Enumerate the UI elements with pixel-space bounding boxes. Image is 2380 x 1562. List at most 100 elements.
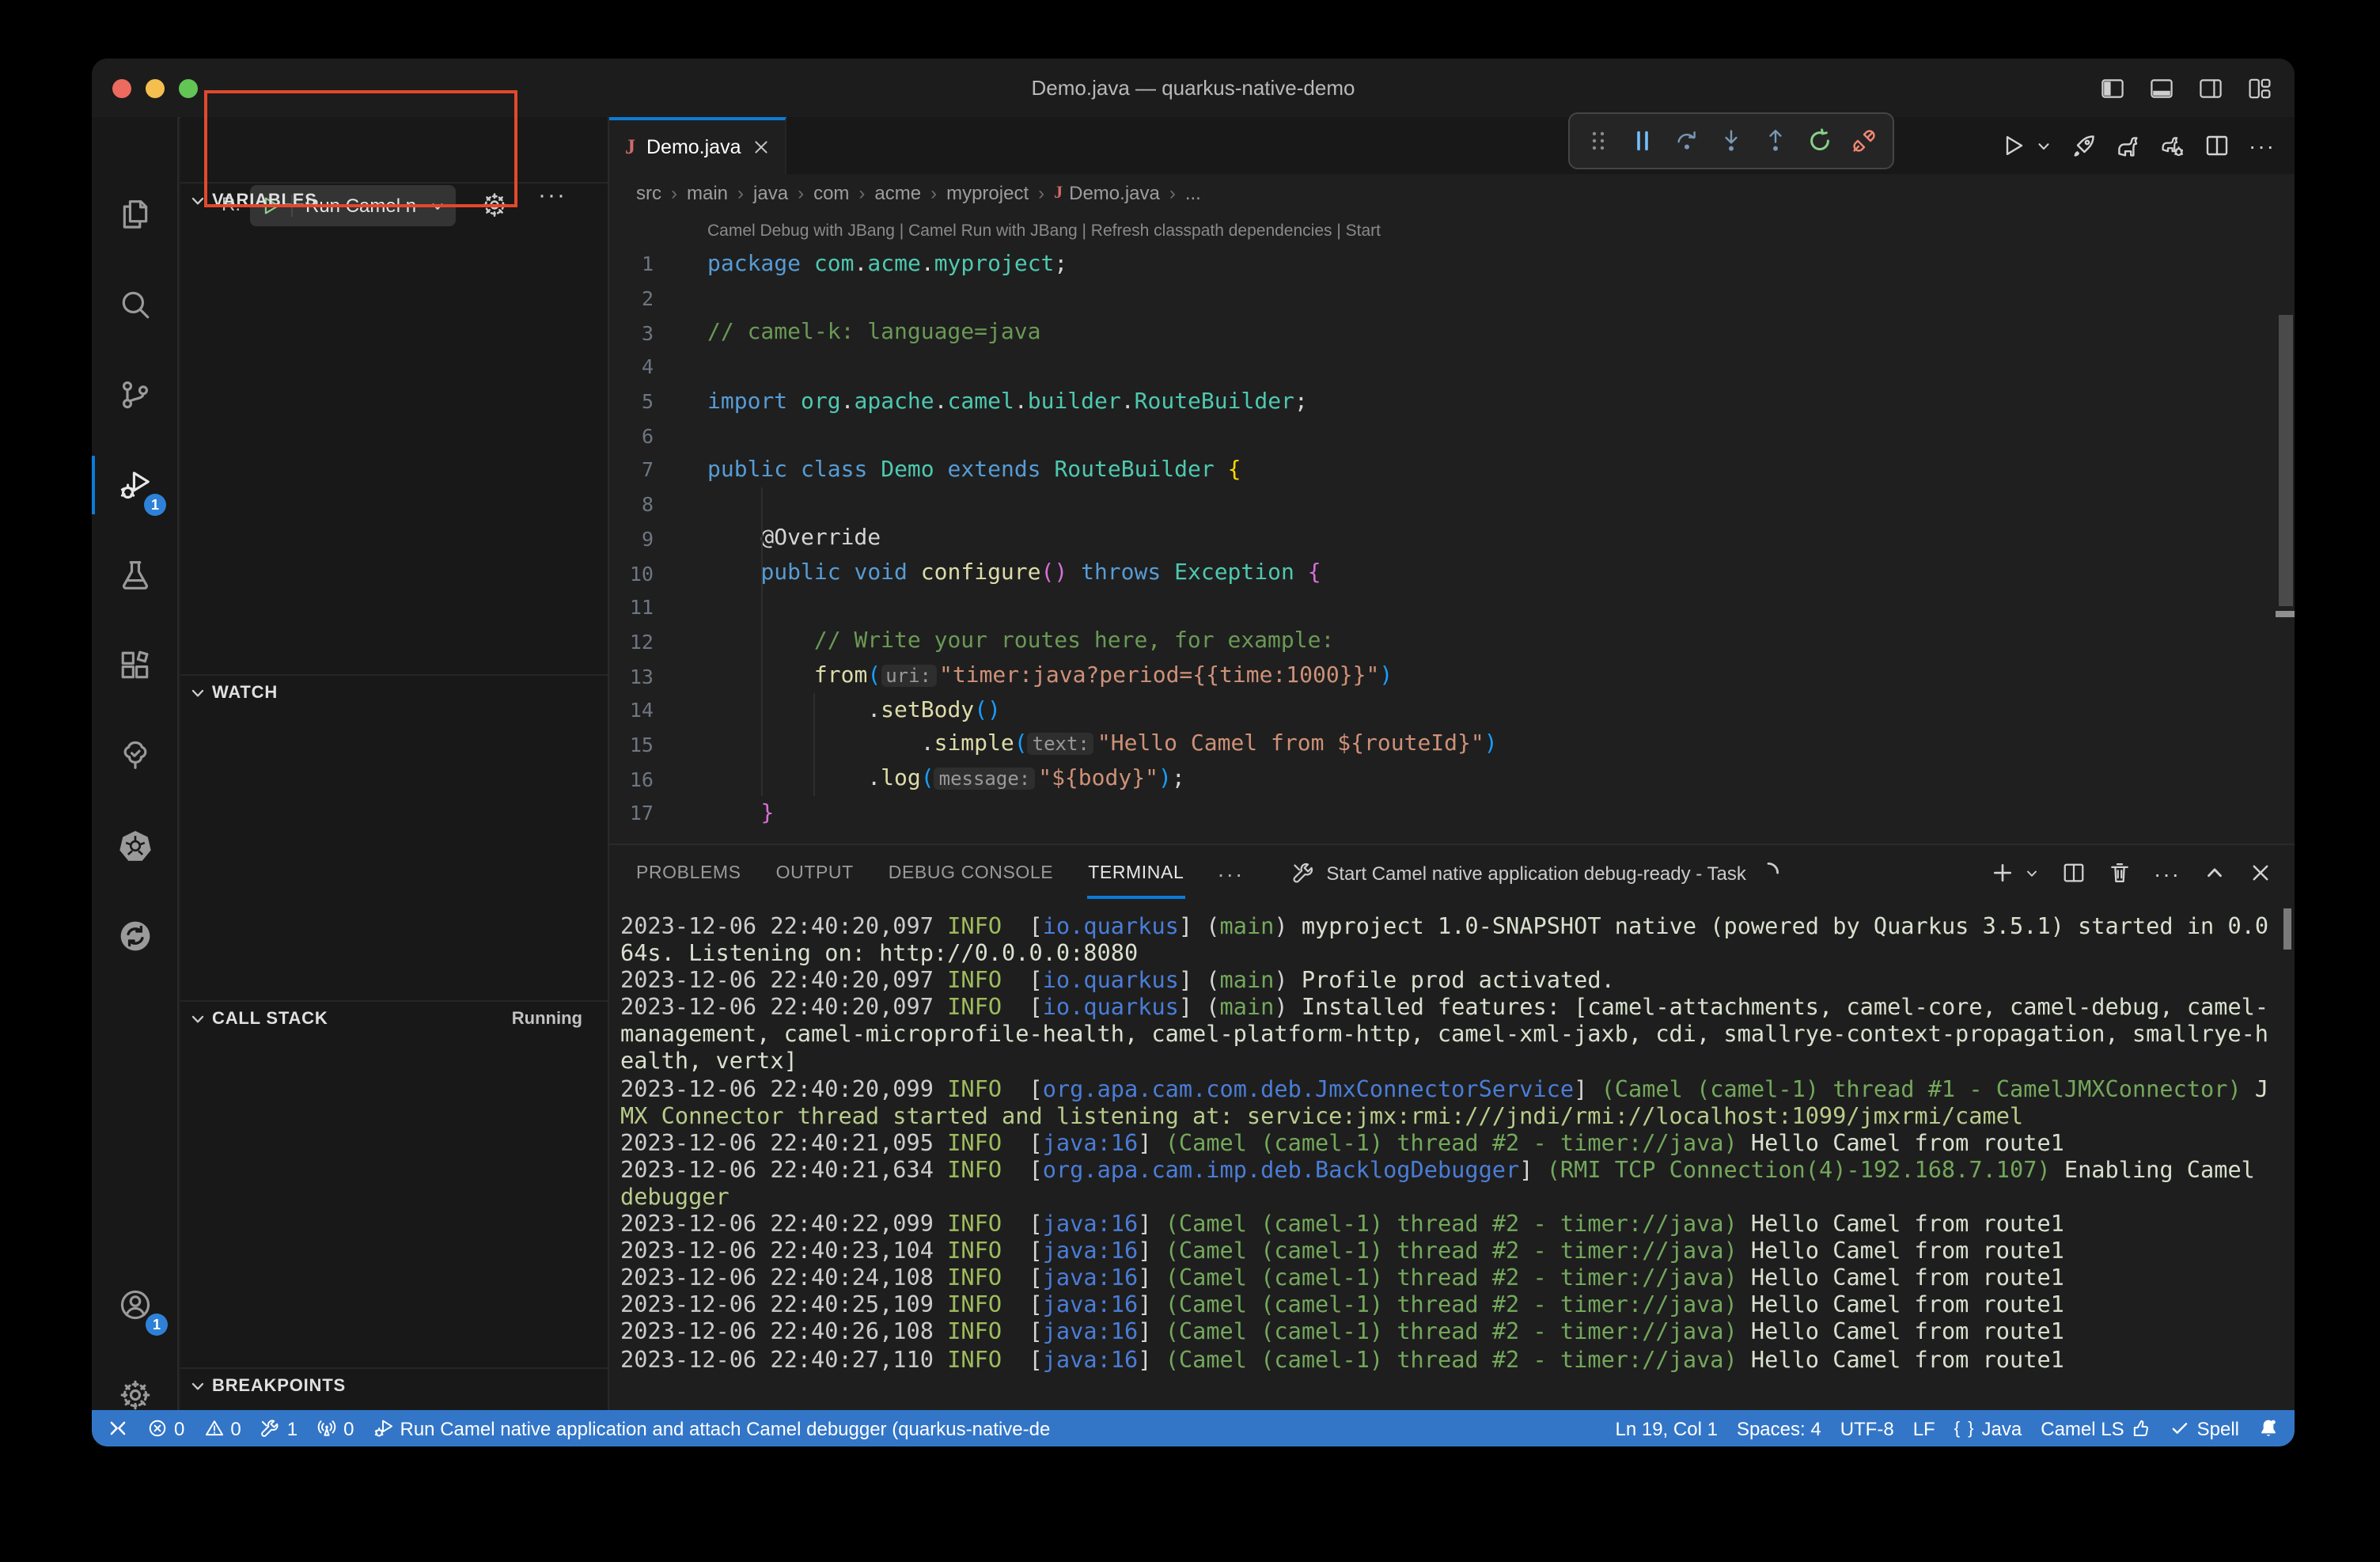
breadcrumb-separator: › <box>671 181 677 203</box>
panel-tab-bar: PROBLEMSOUTPUTDEBUG CONSOLETERMINAL ··· … <box>609 845 2295 900</box>
chevron-down-icon[interactable] <box>2045 137 2052 154</box>
pause-icon[interactable] <box>1630 128 1655 154</box>
activity-item-sync[interactable] <box>92 891 177 981</box>
bell-icon <box>2258 1418 2279 1439</box>
line-number: 8 <box>609 492 654 516</box>
code-line: 7public class Demo extends RouteBuilder … <box>609 453 2269 487</box>
terminal-task-item[interactable]: Start Camel native application debug-rea… <box>1291 861 1781 885</box>
section-breakpoints[interactable]: BREAKPOINTS <box>180 1367 608 1404</box>
close-icon[interactable] <box>2249 861 2272 885</box>
status-item-remote[interactable] <box>108 1418 128 1439</box>
section-label: BREAKPOINTS <box>212 1377 346 1396</box>
run-icon[interactable] <box>2000 133 2026 158</box>
status-item-label: Spell <box>2197 1417 2239 1439</box>
status-item-debug-task[interactable]: Run Camel native application and attach … <box>373 1417 1051 1439</box>
activity-item-search[interactable] <box>92 260 177 350</box>
panel-tabs-more-button[interactable]: ··· <box>1201 860 1260 885</box>
trash-icon[interactable] <box>2108 861 2132 885</box>
panel-tab-debug-console[interactable]: DEBUG CONSOLE <box>871 845 1071 900</box>
chevron-up-icon[interactable] <box>2203 861 2227 885</box>
status-item-spell[interactable]: Spell <box>2170 1417 2239 1439</box>
disconnect-icon[interactable] <box>1851 128 1877 154</box>
ellipsis-icon[interactable]: ··· <box>2154 860 2181 885</box>
breadcrumb-item[interactable]: main <box>687 181 728 203</box>
code-line: 4 <box>609 350 2269 384</box>
status-item-label: 0 <box>174 1417 184 1439</box>
breadcrumb-item[interactable]: java <box>753 181 788 203</box>
panel-tab-output[interactable]: OUTPUT <box>759 845 871 900</box>
split-editor-icon[interactable] <box>2062 861 2086 885</box>
terminal-scrollbar[interactable] <box>2283 908 2291 950</box>
activity-item-source-control[interactable] <box>92 350 177 440</box>
step-over-icon[interactable] <box>1674 128 1700 154</box>
rocket-icon[interactable] <box>2071 133 2097 158</box>
beaker-icon <box>118 559 151 592</box>
activity-item-kubernetes[interactable] <box>92 801 177 891</box>
breadcrumb-item[interactable]: JDemo.java <box>1054 181 1160 203</box>
status-item-warnings[interactable]: 0 <box>203 1417 241 1439</box>
status-item-label: Spaces: 4 <box>1737 1417 1821 1439</box>
codelens-actions[interactable]: Camel Debug with JBang | Camel Run with … <box>707 222 1381 241</box>
tab-demo-java[interactable]: J Demo.java <box>609 117 786 174</box>
status-item-ports[interactable]: 0 <box>316 1417 354 1439</box>
activity-item-accounts[interactable]: 1 <box>92 1260 179 1350</box>
spinner-icon <box>1757 861 1781 885</box>
activity-item-explorer[interactable] <box>92 169 177 260</box>
layout-sidebar-icon[interactable] <box>2100 75 2125 100</box>
status-item-camel-ls[interactable]: Camel LS <box>2041 1417 2151 1439</box>
chevron-down-icon[interactable] <box>2037 865 2040 881</box>
code-editor[interactable]: Camel Debug with JBang | Camel Run with … <box>609 210 2295 844</box>
status-item-tasks[interactable]: 1 <box>260 1417 298 1439</box>
ellipsis-icon[interactable]: ··· <box>2249 133 2276 158</box>
restart-icon[interactable] <box>1807 128 1832 154</box>
grip-icon[interactable] <box>1586 128 1611 154</box>
status-item-language[interactable]: { }Java <box>1954 1417 2022 1439</box>
layout-sidebar-right-icon[interactable] <box>2198 75 2223 100</box>
activity-item-tree[interactable] <box>92 711 177 801</box>
section-call-stack[interactable]: CALL STACK Running <box>180 1000 608 1037</box>
search-icon <box>118 288 151 321</box>
panel-tab-problems[interactable]: PROBLEMS <box>619 845 759 900</box>
camel-debug-icon[interactable] <box>2160 133 2185 158</box>
terminal-line: 2023-12-06 22:40:21,634 INFO [org.apa.ca… <box>620 1158 2276 1185</box>
layout-customize-icon[interactable] <box>2247 75 2272 100</box>
close-tab-icon[interactable] <box>752 138 771 157</box>
breadcrumb-separator: › <box>798 181 804 203</box>
breadcrumb-separator: › <box>737 181 744 203</box>
status-item-indentation[interactable]: Spaces: 4 <box>1737 1417 1821 1439</box>
debug-toolbar <box>1568 112 1894 169</box>
activity-item-run-debug[interactable]: 1 <box>92 440 177 530</box>
line-number: 12 <box>609 630 654 654</box>
breadcrumb-item[interactable]: ... <box>1185 181 1201 203</box>
breadcrumb-item[interactable]: com <box>813 181 849 203</box>
status-item-notifications[interactable] <box>2258 1418 2279 1439</box>
camel-icon[interactable] <box>2116 133 2141 158</box>
activity-item-extensions[interactable] <box>92 620 177 711</box>
status-item-cursor[interactable]: Ln 19, Col 1 <box>1616 1417 1718 1439</box>
status-item-eol[interactable]: LF <box>1913 1417 1935 1439</box>
breadcrumb-separator: › <box>858 181 865 203</box>
split-editor-icon[interactable] <box>2204 133 2230 158</box>
chevron-down-icon <box>188 684 207 703</box>
terminal-output[interactable]: 2023-12-06 22:40:20,097 INFO [io.quarkus… <box>620 915 2276 1405</box>
plus-icon[interactable] <box>1991 861 2014 885</box>
section-watch[interactable]: WATCH <box>180 674 608 711</box>
status-item-label: LF <box>1913 1417 1935 1439</box>
scrollbar-position-marker <box>2276 611 2295 617</box>
breadcrumb-item[interactable]: src <box>636 181 661 203</box>
step-into-icon[interactable] <box>1719 128 1744 154</box>
breadcrumb-item[interactable]: myproject <box>946 181 1029 203</box>
status-item-errors[interactable]: 0 <box>147 1417 184 1439</box>
broadcast-icon <box>316 1418 337 1439</box>
tree-icon <box>118 739 151 772</box>
breadcrumb-item[interactable]: acme <box>874 181 921 203</box>
layout-panel-icon[interactable] <box>2149 75 2174 100</box>
terminal-line: 2023-12-06 22:40:20,097 INFO [io.quarkus… <box>620 996 2276 1023</box>
editor-scrollbar[interactable] <box>2279 315 2293 606</box>
panel-tab-terminal[interactable]: TERMINAL <box>1071 845 1201 900</box>
status-item-encoding[interactable]: UTF-8 <box>1840 1417 1894 1439</box>
step-out-icon[interactable] <box>1763 128 1788 154</box>
activity-item-testing[interactable] <box>92 530 177 620</box>
tab-label: Demo.java <box>646 136 741 158</box>
annotation-rectangle <box>204 90 517 207</box>
